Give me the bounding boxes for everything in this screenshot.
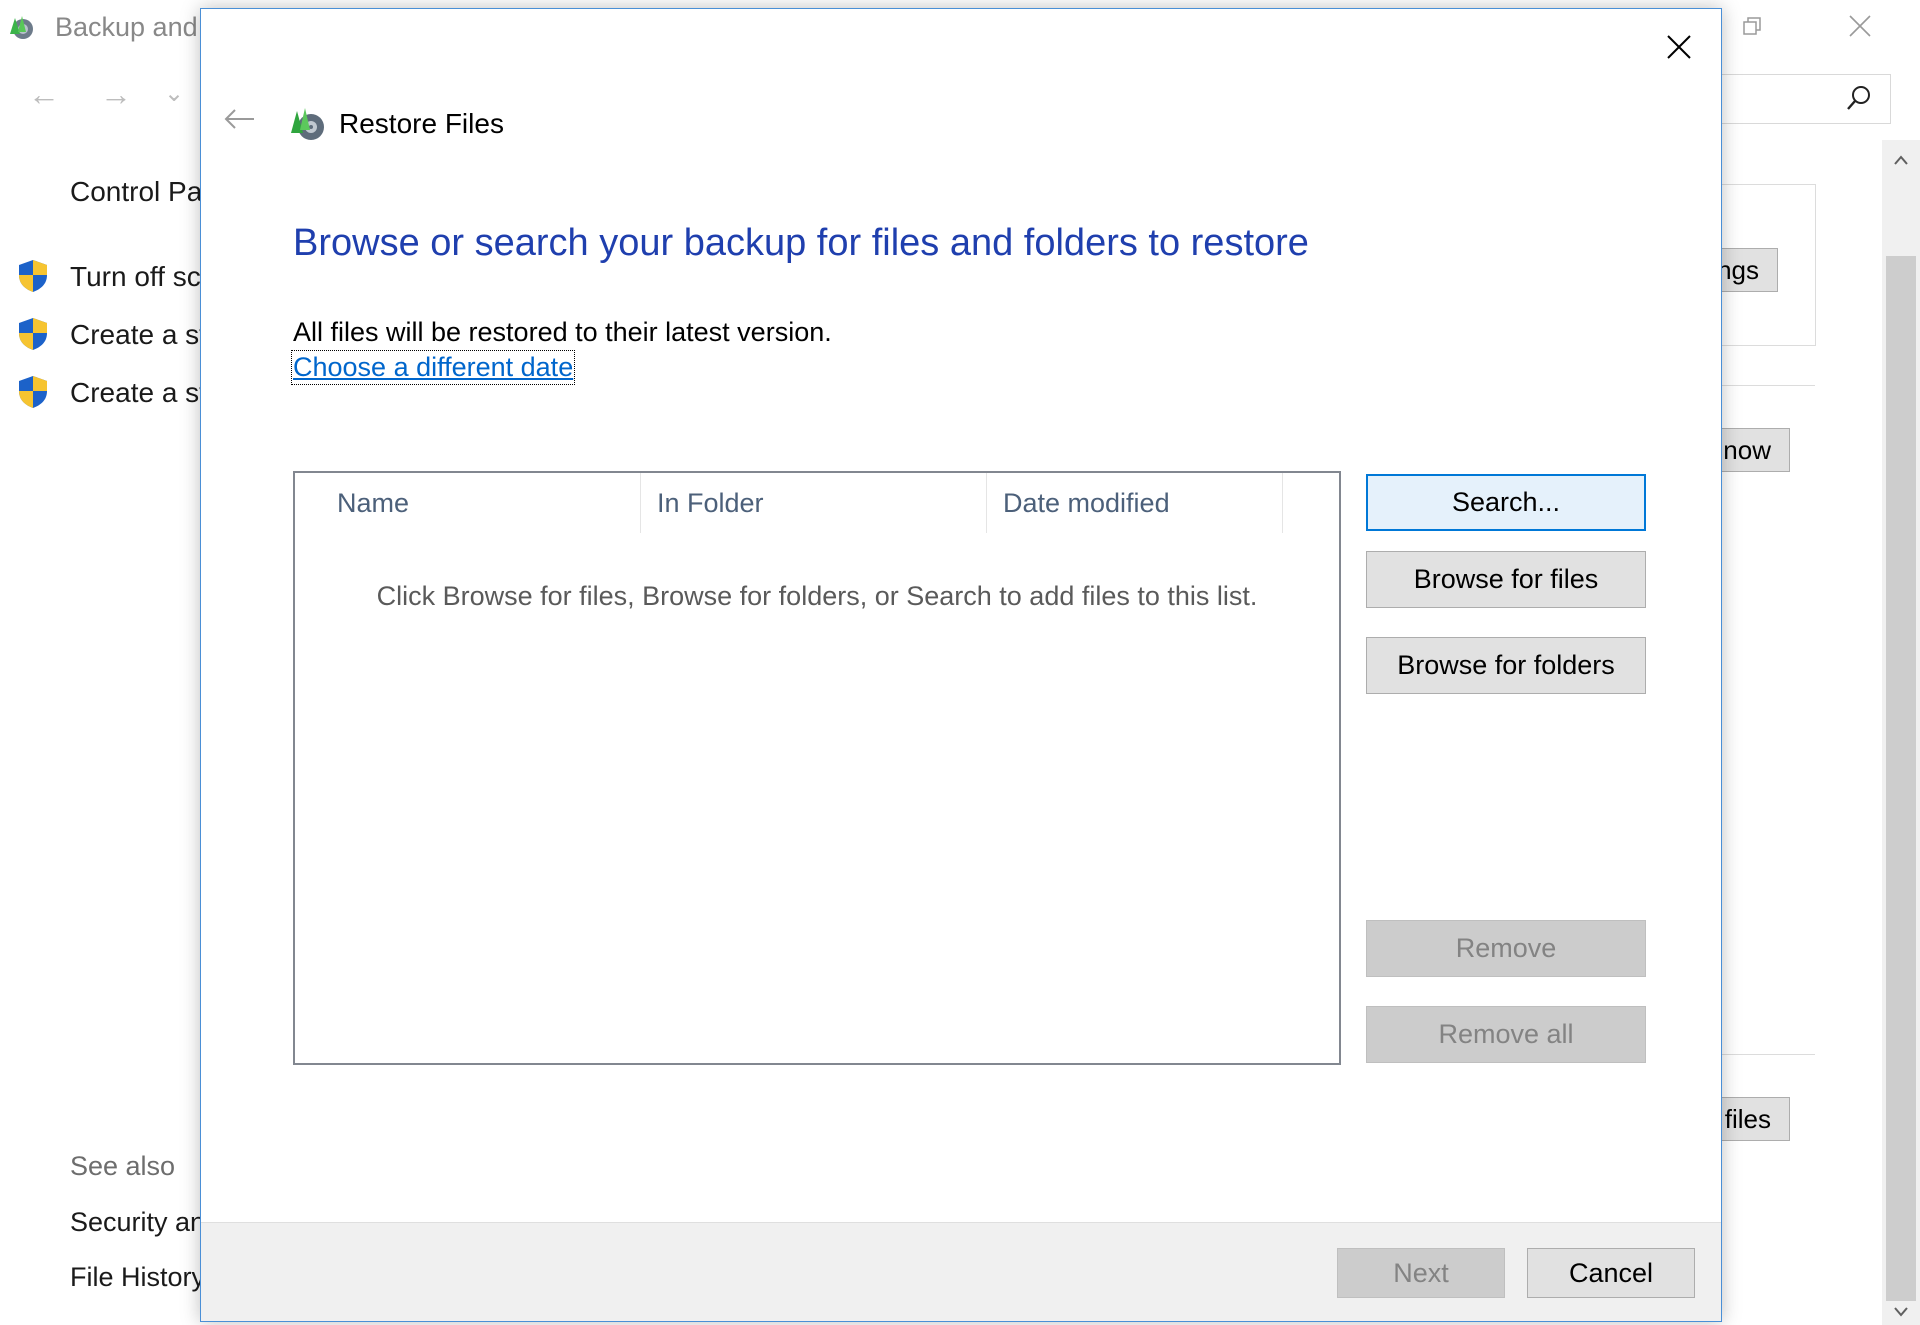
restore-window-button[interactable]: [1726, 6, 1778, 46]
close-icon: [1849, 15, 1871, 37]
uac-shield-icon: [19, 260, 47, 292]
back-button[interactable]: ←: [28, 78, 60, 110]
uac-shield-icon: [19, 376, 47, 408]
column-header-date-modified[interactable]: Date modified: [987, 473, 1283, 533]
scroll-up-icon[interactable]: [1882, 146, 1920, 172]
backup-restore-icon: [10, 16, 33, 39]
close-window-button[interactable]: [1834, 6, 1886, 46]
browse-for-folders-button[interactable]: Browse for folders: [1366, 637, 1646, 694]
back-arrow-icon: [224, 109, 254, 129]
dialog-close-button[interactable]: [1657, 25, 1701, 69]
uac-shield-icon: [19, 318, 47, 350]
wizard-title: Restore Files: [339, 108, 504, 139]
page-heading: Browse or search your backup for files a…: [293, 222, 1309, 264]
restore-files-dialog: Restore Files Browse or search your back…: [200, 8, 1722, 1322]
search-icon: [1847, 86, 1870, 110]
browse-for-files-button[interactable]: Browse for files: [1366, 551, 1646, 608]
recent-locations-button[interactable]: ⌄: [164, 82, 184, 106]
dialog-footer: Next Cancel: [201, 1222, 1721, 1321]
remove-button[interactable]: Remove: [1366, 920, 1646, 977]
scroll-down-icon[interactable]: [1882, 1298, 1920, 1324]
restore-version-info: All files will be restored to their late…: [293, 317, 832, 347]
choose-different-date-link[interactable]: Choose a different date: [290, 350, 576, 385]
list-header: Name In Folder Date modified: [295, 473, 1295, 533]
restore-icon: [1743, 17, 1761, 35]
column-header-name[interactable]: Name: [295, 473, 641, 533]
next-button[interactable]: Next: [1337, 1248, 1505, 1298]
restore-file-list[interactable]: Name In Folder Date modified Click Brows…: [293, 471, 1341, 1065]
cancel-button[interactable]: Cancel: [1527, 1248, 1695, 1298]
search-button[interactable]: Search...: [1366, 474, 1646, 531]
wizard-back-button[interactable]: [217, 97, 261, 141]
close-icon: [1667, 35, 1691, 59]
forward-button[interactable]: →: [100, 78, 132, 110]
search-box[interactable]: [1722, 74, 1891, 124]
divider: [1722, 1054, 1815, 1055]
divider: [1722, 385, 1815, 386]
scrollbar-thumb[interactable]: [1886, 256, 1916, 1301]
empty-list-message: Click Browse for files, Browse for folde…: [376, 581, 1258, 611]
see-also-label: See also: [70, 1151, 176, 1181]
column-header-in-folder[interactable]: In Folder: [641, 473, 987, 533]
backup-restore-icon: [291, 108, 324, 140]
file-history-link[interactable]: File History: [70, 1262, 205, 1293]
remove-all-button[interactable]: Remove all: [1366, 1006, 1646, 1063]
